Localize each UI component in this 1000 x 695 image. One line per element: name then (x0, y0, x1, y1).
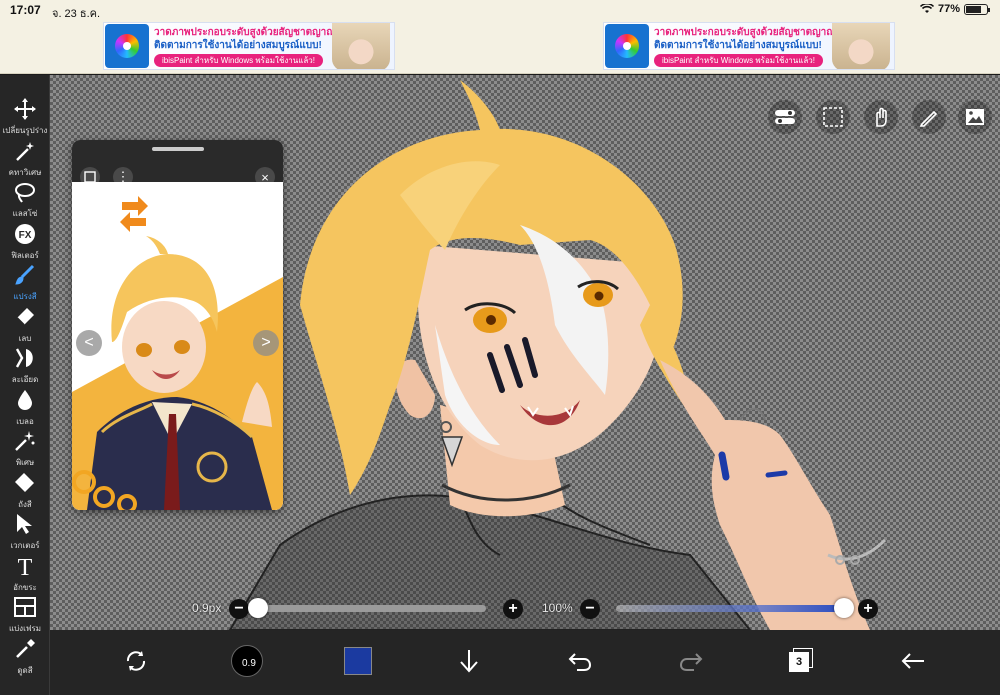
undo-icon[interactable] (557, 638, 603, 684)
frame-divider-icon (11, 593, 39, 621)
tool-label: ถังสี (18, 499, 32, 509)
brush-size-circle[interactable]: 0.9 (224, 638, 270, 684)
brush-size-plus-button[interactable]: + (503, 599, 523, 619)
tool-brush[interactable]: แปรงสี (0, 261, 50, 307)
tool-label: เบลอ (16, 416, 34, 426)
tool-fx-filter[interactable]: FX ฟิลเตอร์ (0, 220, 50, 266)
tool-frame-divider[interactable]: แบ่งเฟรม (0, 593, 50, 639)
brush-icon (11, 261, 39, 289)
opacity-slider-handle[interactable] (834, 598, 854, 618)
status-time: 17:07 (10, 3, 41, 17)
layers-icon[interactable]: 3 (779, 638, 825, 684)
fx-filter-icon: FX (11, 220, 39, 248)
ad-area: วาดภาพประกอบระดับสูงด้วยสัญชาตญาณ! ติดตา… (0, 20, 1000, 74)
ad-banner-right[interactable]: วาดภาพประกอบระดับสูงด้วยสัญชาตญาณ! ติดตา… (603, 22, 895, 70)
brush-size-indicator-text: 0.9 (242, 658, 256, 669)
battery-icon (964, 3, 990, 15)
smudge-icon (11, 344, 39, 372)
tool-fill-bucket[interactable]: ถังสี (0, 469, 50, 515)
tool-magic-wand[interactable]: คทาวิเศษ (0, 137, 50, 183)
tool-label: พิเศษ (15, 458, 35, 467)
back-arrow-icon[interactable] (890, 638, 936, 684)
ad-subline: ติดตามการใช้งานได้อย่างสมบูรณ์แบบ! (154, 40, 322, 51)
tool-label: คทาวิเศษ (8, 167, 42, 177)
tool-label: แปรงสี (13, 292, 37, 301)
reference-image (72, 182, 283, 510)
brush-size-slider[interactable] (258, 605, 486, 612)
left-toolbar: เปลี่ยนรูปร่างคทาวิเศษแลสโซ่ FX ฟิลเตอร์แป… (0, 75, 50, 695)
hand-touch-icon[interactable] (864, 100, 898, 134)
tool-eraser[interactable]: เลบ (0, 303, 50, 349)
tool-label: เปลี่ยนรูปร่าง (2, 126, 48, 135)
tool-label: อักขระ (13, 582, 37, 592)
move-icon (11, 95, 39, 123)
tool-move[interactable]: เปลี่ยนรูปร่าง (0, 95, 50, 141)
special-sparkle-icon (11, 427, 39, 455)
reference-image-icon[interactable] (958, 100, 992, 134)
toggle-settings-icon[interactable] (768, 100, 802, 134)
ad-subline: ติดตามการใช้งานได้อย่างสมบูรณ์แบบ! (654, 40, 822, 51)
opacity-slider[interactable] (616, 605, 844, 612)
ad-pill: ibisPaint สำหรับ Windows พร้อมใช้งานแล้ว… (654, 54, 824, 67)
tool-vector-cursor[interactable]: เวกเตอร์ (0, 510, 50, 556)
down-arrow-icon[interactable] (446, 638, 492, 684)
reference-window[interactable]: ⋮ × < > (72, 140, 283, 510)
lasso-icon (11, 178, 39, 206)
tool-label: เวกเตอร์ (10, 541, 40, 550)
drag-handle[interactable] (152, 147, 204, 151)
tool-label: แบ่งเฟรม (8, 624, 42, 633)
tool-lasso[interactable]: แลสโซ่ (0, 178, 50, 224)
tool-label: ฟิลเตอร์ (11, 250, 39, 260)
vector-cursor-icon (11, 510, 39, 538)
text-icon: T (11, 552, 39, 580)
brush-size-value: 0.9px (192, 601, 222, 615)
opacity-value: 100% (542, 601, 573, 615)
opacity-plus-button[interactable]: + (858, 599, 878, 619)
ibispaint-logo-icon (605, 24, 649, 68)
color-swatch[interactable] (335, 638, 381, 684)
battery-percent: 77% (937, 3, 960, 15)
ad-banner-left[interactable]: วาดภาพประกอบระดับสูงด้วยสัญชาตญาณ! ติดตา… (103, 22, 395, 70)
reference-prev-button[interactable]: < (76, 330, 102, 356)
blur-drop-icon (11, 386, 39, 414)
redo-icon[interactable] (668, 638, 714, 684)
tool-eyedropper[interactable]: ดูดสี (0, 635, 50, 681)
reference-next-button[interactable]: > (253, 330, 279, 356)
reference-titlebar[interactable]: ⋮ × (72, 140, 283, 187)
status-right: 77% (919, 2, 990, 15)
eraser-icon (11, 303, 39, 331)
ad-pill: ibisPaint สำหรับ Windows พร้อมใช้งานแล้ว… (154, 54, 324, 67)
ruler-pen-icon[interactable] (912, 100, 946, 134)
ibispaint-logo-icon (105, 24, 149, 68)
selection-rect-icon[interactable] (816, 100, 850, 134)
tool-text[interactable]: T อักขระ (0, 552, 50, 598)
ad-character-image (832, 23, 890, 69)
opacity-minus-button[interactable]: − (580, 599, 600, 619)
svg-text:T: T (18, 555, 33, 578)
fill-bucket-icon (11, 469, 39, 497)
eyedropper-icon (11, 635, 39, 663)
brush-size-slider-handle[interactable] (248, 598, 268, 618)
wifi-icon (919, 2, 935, 14)
tool-label: ละเอียด (11, 375, 39, 384)
svg-text:FX: FX (19, 230, 32, 241)
rotate-transform-icon[interactable] (113, 638, 159, 684)
ad-character-image (332, 23, 390, 69)
tool-smudge[interactable]: ละเอียด (0, 344, 50, 390)
bottom-toolbar: 0.9 3 (50, 630, 1000, 695)
brush-size-minus-button[interactable]: − (229, 599, 249, 619)
tool-label: แลสโซ่ (12, 209, 38, 218)
status-bar: 17:07 จ. 23 ธ.ค. 77% (0, 0, 1000, 20)
tool-label: ดูดสี (17, 665, 33, 675)
layer-count: 3 (789, 652, 809, 672)
tool-special-sparkle[interactable]: พิเศษ (0, 427, 50, 473)
magic-wand-icon (11, 137, 39, 165)
tool-label: เลบ (18, 333, 32, 343)
tool-blur-drop[interactable]: เบลอ (0, 386, 50, 432)
